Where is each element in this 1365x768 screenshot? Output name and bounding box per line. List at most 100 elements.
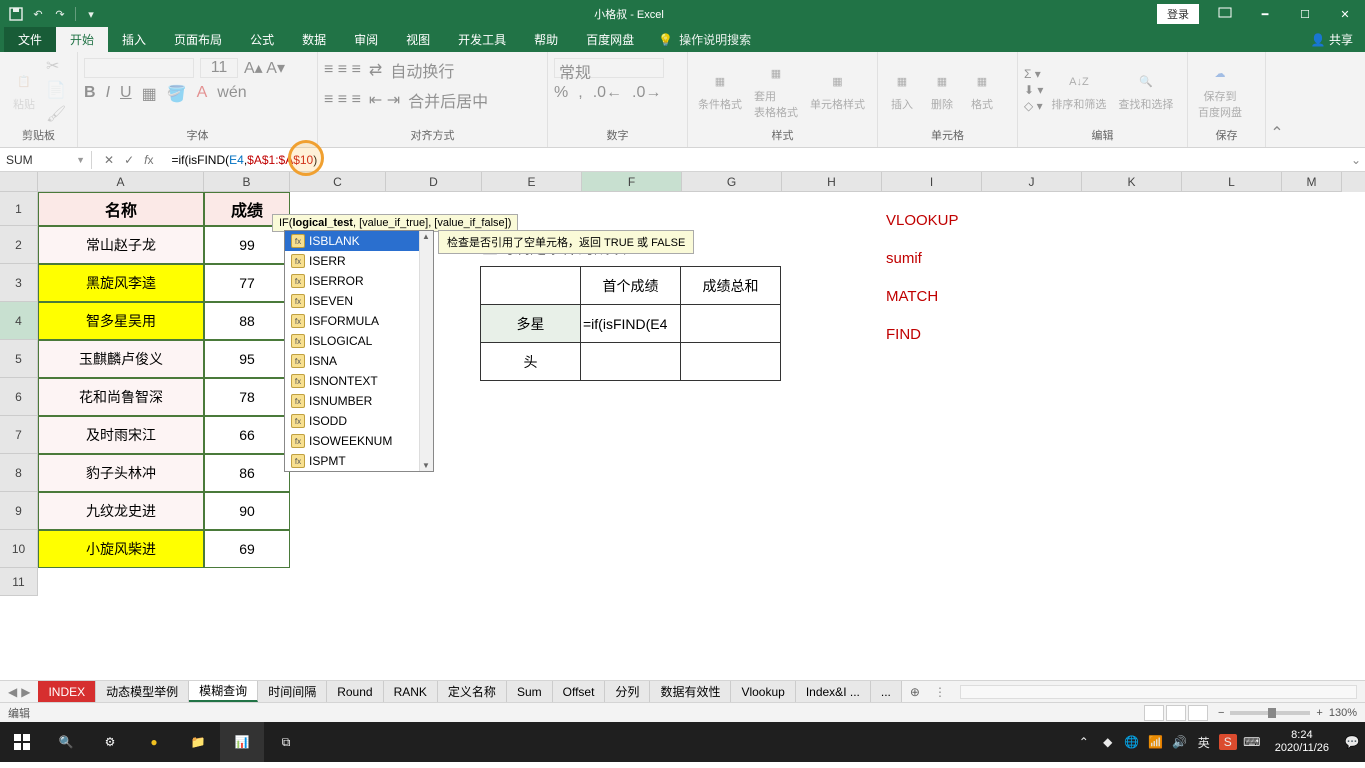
close-icon[interactable]: ✕ [1325,0,1365,28]
view-page-layout-icon[interactable] [1166,705,1186,721]
view-page-break-icon[interactable] [1188,705,1208,721]
col-header-H[interactable]: H [782,172,882,192]
autocomplete-item[interactable]: fxISPMT [285,451,433,471]
tab-file[interactable]: 文件 [4,27,56,52]
app-chrome-icon[interactable]: ● [132,722,176,762]
bold-button[interactable]: B [84,84,96,104]
sheet-tab[interactable]: Offset [553,681,606,702]
ribbon-options-icon[interactable] [1205,0,1245,28]
col-header-D[interactable]: D [386,172,482,192]
autocomplete-scrollbar[interactable] [419,231,433,471]
col-header-J[interactable]: J [982,172,1082,192]
row-header-7[interactable]: 7 [0,416,38,454]
tab-home[interactable]: 开始 [56,27,108,52]
baidu-save-button[interactable]: ☁保存到 百度网盘 [1194,58,1246,122]
col-header-B[interactable]: B [204,172,290,192]
sheet-tab[interactable]: 动态模型举例 [96,681,189,702]
tray-chevron-icon[interactable]: ⌃ [1075,735,1093,749]
table-row[interactable]: 95 [204,340,290,378]
search-icon[interactable]: 🔍 [44,722,88,762]
autosum-icon[interactable]: Σ ▾ [1024,67,1043,81]
autocomplete-item[interactable]: fxISLOGICAL [285,331,433,351]
font-size-input[interactable]: 11 [200,58,238,78]
row-header-5[interactable]: 5 [0,340,38,378]
tell-me-search[interactable]: 💡 操作说明搜索 [648,27,761,52]
table-row[interactable]: 77 [204,264,290,302]
col-header-G[interactable]: G [682,172,782,192]
merge-button[interactable]: 合并后居中 [408,88,488,112]
col-header-A[interactable]: A [38,172,204,192]
tray-network-icon[interactable]: 🌐 [1123,735,1141,749]
query-sum-2[interactable] [681,343,781,381]
row-header-8[interactable]: 8 [0,454,38,492]
tray-keyboard-icon[interactable]: ⌨ [1243,735,1261,749]
fill-icon[interactable]: ⬇ ▾ [1024,83,1043,97]
tray-sogou-icon[interactable]: S [1219,734,1237,750]
sort-filter-button[interactable]: A↓Z排序和筛选 [1047,66,1110,114]
phonetic-button[interactable]: wén [217,84,246,104]
tray-clock[interactable]: 8:242020/11/26 [1267,729,1337,755]
table-row[interactable]: 玉麒麟卢俊义 [38,340,204,378]
tray-notifications-icon[interactable]: 💬 [1343,735,1361,749]
col-header-K[interactable]: K [1082,172,1182,192]
sheet-nav-next-icon[interactable]: ▶ [21,685,30,699]
enter-formula-icon[interactable]: ✓ [124,153,134,167]
table-row[interactable]: 78 [204,378,290,416]
zoom-slider[interactable] [1230,711,1310,715]
sheet-tab[interactable]: 数据有效性 [650,681,731,702]
redo-icon[interactable]: ↷ [50,4,70,24]
find-select-button[interactable]: 🔍查找和选择 [1114,66,1177,114]
col-header-F[interactable]: F [582,172,682,192]
delete-cells-button[interactable]: ▦删除 [924,66,960,114]
sheet-nav-prev-icon[interactable]: ◀ [8,685,17,699]
excel-icon[interactable]: 📊 [220,722,264,762]
chevron-down-icon[interactable]: ▼ [76,155,85,165]
col-header-I[interactable]: I [882,172,982,192]
zoom-in-icon[interactable]: + [1316,707,1322,719]
collapse-ribbon-icon[interactable]: ⌃ [1266,52,1288,147]
query-formula-1[interactable]: =if(isFIND(E4 [581,305,681,343]
tab-review[interactable]: 审阅 [340,27,392,52]
file-explorer-icon[interactable]: 📁 [176,722,220,762]
query-sum-1[interactable] [681,305,781,343]
tab-layout[interactable]: 页面布局 [160,27,236,52]
function-autocomplete-list[interactable]: fxISBLANKfxISERRfxISERRORfxISEVENfxISFOR… [284,230,434,472]
border-button[interactable]: ▦ [142,84,157,104]
tray-app-icon[interactable]: ◆ [1099,735,1117,749]
table-row[interactable]: 及时雨宋江 [38,416,204,454]
sheet-tab[interactable]: RANK [384,681,438,702]
table-format-button[interactable]: ▦套用 表格格式 [750,58,802,122]
autocomplete-item[interactable]: fxISOWEEKNUM [285,431,433,451]
col-header-L[interactable]: L [1182,172,1282,192]
undo-icon[interactable]: ↶ [28,4,48,24]
row-header-1[interactable]: 1 [0,192,38,226]
underline-button[interactable]: U [120,84,132,104]
col-header-C[interactable]: C [290,172,386,192]
wrap-text-button[interactable]: 自动换行 [390,58,454,82]
table-row[interactable]: 66 [204,416,290,454]
zoom-level[interactable]: 130% [1329,707,1357,719]
tab-insert[interactable]: 插入 [108,27,160,52]
sheet-tab[interactable]: 模糊查询 [189,681,258,702]
task-view-icon[interactable]: ⧉ [264,722,308,762]
row-header-11[interactable]: 11 [0,568,38,596]
query-key-1[interactable]: 多星 [481,305,581,343]
query-formula-2[interactable] [581,343,681,381]
row-header-10[interactable]: 10 [0,530,38,568]
worksheet-grid[interactable]: ABCDEFGHIJKLM 1名称成绩2常山赵子龙993黑旋风李逵774智多星吴… [0,172,1365,680]
query-header-first[interactable]: 首个成绩 [581,267,681,305]
table-row[interactable]: 花和尚鲁智深 [38,378,204,416]
table-row[interactable]: 黑旋风李逵 [38,264,204,302]
cell-style-button[interactable]: ▦单元格样式 [806,66,869,114]
autocomplete-item[interactable]: fxISNONTEXT [285,371,433,391]
minimize-icon[interactable]: ━ [1245,0,1285,28]
autocomplete-item[interactable]: fxISODD [285,411,433,431]
formula-input[interactable]: =if(isFIND(E4,$A$1:$A$10) [165,151,1347,169]
sheet-tab-more[interactable]: ... [871,681,902,702]
table-row[interactable]: 豹子头林冲 [38,454,204,492]
autocomplete-item[interactable]: fxISFORMULA [285,311,433,331]
row-header-4[interactable]: 4 [0,302,38,340]
add-sheet-button[interactable]: ⊕ [902,683,928,701]
start-button[interactable] [0,722,44,762]
fn-sumif[interactable]: sumif [886,240,959,278]
